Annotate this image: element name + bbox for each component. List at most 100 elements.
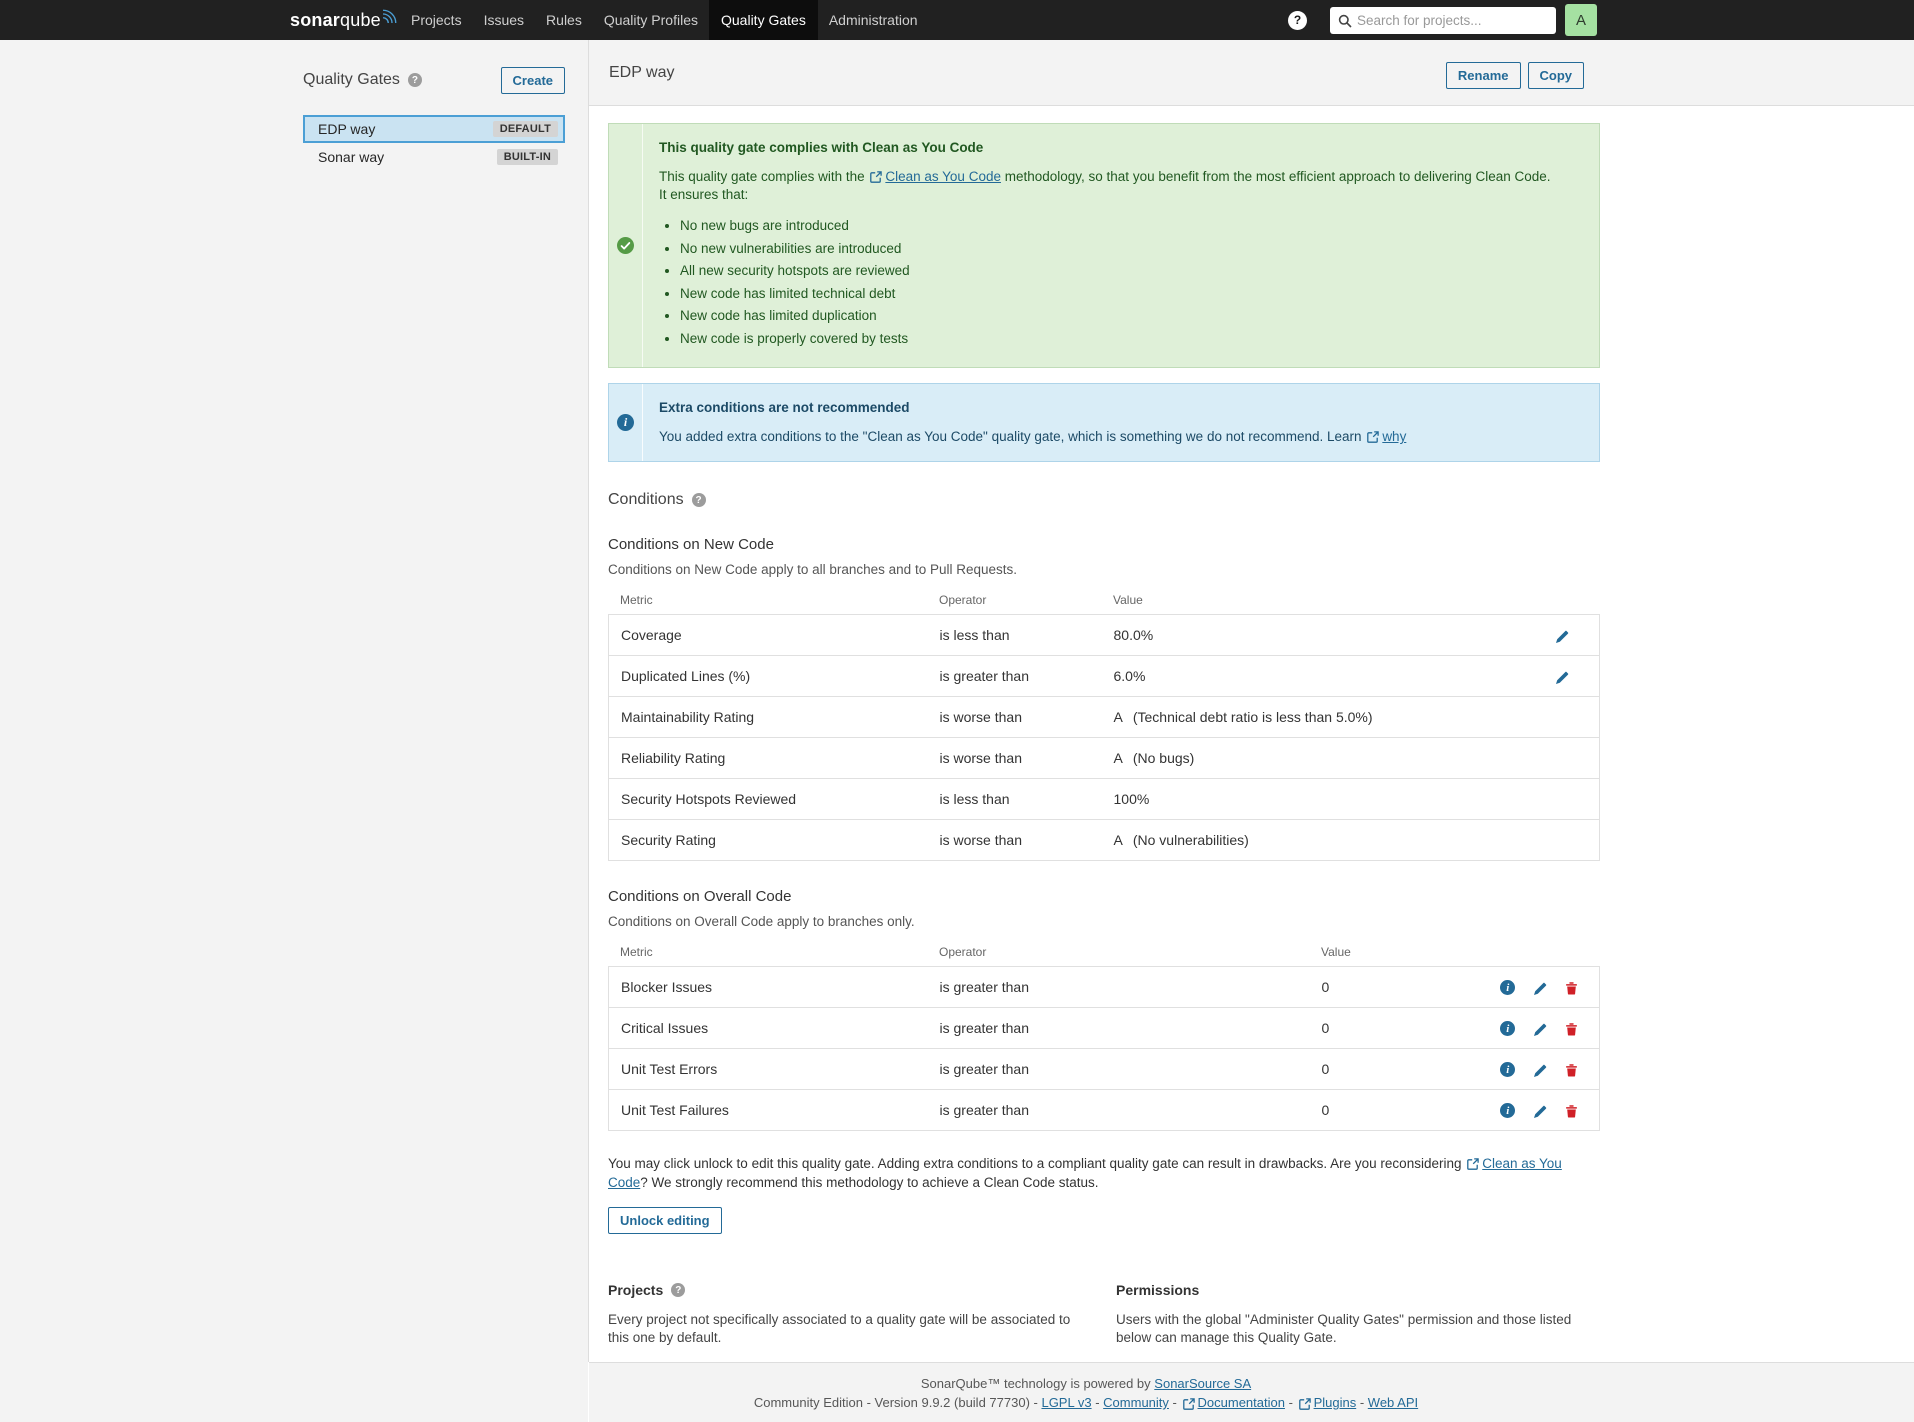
global-search [1330, 7, 1556, 34]
plugins-link[interactable]: Plugins [1314, 1395, 1357, 1410]
copy-button[interactable]: Copy [1528, 62, 1585, 89]
unlock-paragraph: You may click unlock to edit this qualit… [608, 1154, 1600, 1192]
page-title: EDP way [609, 64, 675, 82]
condition-metric: Unit Test Failures [609, 1090, 940, 1131]
col-value: Value [1321, 945, 1351, 959]
condition-metric: Security Rating [609, 820, 940, 861]
edit-icon[interactable] [1533, 1102, 1547, 1118]
condition-operator: is worse than [940, 820, 1114, 861]
condition-metric: Coverage [609, 615, 940, 656]
main-content: This quality gate complies with Clean as… [608, 106, 1600, 1391]
delete-icon[interactable] [1565, 1021, 1578, 1037]
condition-operator: is worse than [940, 738, 1114, 779]
table-header: Metric Operator Value [608, 945, 1600, 966]
projects-description: Every project not specifically associate… [608, 1311, 1078, 1347]
nav-item-rules[interactable]: Rules [535, 0, 593, 40]
nav-item-administration[interactable]: Administration [818, 0, 929, 40]
condition-operator: is greater than [940, 1090, 1322, 1131]
condition-value: 80.0% [1114, 627, 1154, 643]
rename-button[interactable]: Rename [1446, 62, 1521, 89]
col-operator: Operator [939, 945, 1321, 959]
condition-value-detail: (No bugs) [1133, 750, 1194, 766]
external-link-icon [870, 171, 882, 183]
gate-name: Sonar way [318, 149, 384, 165]
edit-icon[interactable] [1533, 1020, 1547, 1036]
search-icon [1338, 14, 1352, 28]
nav-item-projects[interactable]: Projects [400, 0, 473, 40]
footer-line2: Community Edition - Version 9.9.2 (build… [589, 1393, 1583, 1412]
edit-icon[interactable] [1555, 668, 1569, 684]
info-icon[interactable]: i [1500, 1062, 1515, 1077]
external-link-icon [1367, 431, 1379, 443]
info-icon[interactable]: i [1500, 1103, 1515, 1118]
conditions-help-icon[interactable]: ? [692, 493, 706, 507]
bullet: New code has limited duplication [680, 307, 1551, 325]
cayc-link[interactable]: Clean as You Code [885, 169, 1001, 184]
col-operator: Operator [939, 593, 1113, 607]
bullet: No new vulnerabilities are introduced [680, 240, 1551, 258]
delete-icon[interactable] [1565, 1062, 1578, 1078]
new-code-description: Conditions on New Code apply to all bran… [608, 562, 1600, 577]
permissions-heading: Permissions [1116, 1282, 1199, 1298]
condition-metric: Reliability Rating [609, 738, 940, 779]
why-link[interactable]: why [1382, 429, 1406, 444]
projects-heading: Projects [608, 1282, 663, 1298]
sidebar-help-icon[interactable]: ? [408, 73, 422, 87]
table-row: Security Hotspots Reviewed is less than … [609, 779, 1600, 820]
logo-text-light: qube [340, 10, 381, 31]
table-row: Coverage is less than 80.0% [609, 615, 1600, 656]
condition-value: 0 [1322, 1061, 1330, 1077]
condition-operator: is less than [940, 615, 1114, 656]
condition-operator: is greater than [940, 656, 1114, 697]
edit-icon[interactable] [1533, 979, 1547, 995]
sonarsource-link[interactable]: SonarSource SA [1154, 1376, 1251, 1391]
bullet: All new security hotspots are reviewed [680, 262, 1551, 280]
community-link[interactable]: Community [1103, 1395, 1169, 1410]
table-row: Security Rating is worse than A(No vulne… [609, 820, 1600, 861]
cayc-compliant-banner: This quality gate complies with Clean as… [608, 123, 1600, 368]
table-row: Critical Issues is greater than 0 i [609, 1008, 1600, 1049]
condition-value: 0 [1322, 1102, 1330, 1118]
condition-value: A [1114, 709, 1123, 725]
external-link-icon [1183, 1398, 1195, 1410]
delete-icon[interactable] [1565, 1103, 1578, 1119]
nav-item-quality-profiles[interactable]: Quality Profiles [593, 0, 709, 40]
condition-value-detail: (Technical debt ratio is less than 5.0%) [1133, 709, 1373, 725]
overall-code-description: Conditions on Overall Code apply to bran… [608, 914, 1600, 929]
lgpl-link[interactable]: LGPL v3 [1041, 1395, 1091, 1410]
condition-operator: is less than [940, 779, 1114, 820]
col-metric: Metric [608, 945, 939, 959]
condition-metric: Unit Test Errors [609, 1049, 940, 1090]
condition-metric: Duplicated Lines (%) [609, 656, 940, 697]
unlock-editing-button[interactable]: Unlock editing [608, 1207, 722, 1234]
col-value: Value [1113, 593, 1143, 607]
sidebar-item-edp-way[interactable]: EDP way DEFAULT [303, 115, 565, 143]
avatar[interactable]: A [1565, 4, 1597, 36]
condition-metric: Security Hotspots Reviewed [609, 779, 940, 820]
info-circle-icon: i [617, 414, 634, 431]
page-header: EDP way Rename Copy [589, 40, 1914, 106]
permissions-description: Users with the global "Administer Qualit… [1116, 1311, 1586, 1347]
nav-item-quality-gates[interactable]: Quality Gates [709, 0, 818, 40]
info-icon[interactable]: i [1500, 980, 1515, 995]
new-code-conditions-table: Coverage is less than 80.0% Duplicated L… [608, 614, 1600, 861]
projects-help-icon[interactable]: ? [671, 1283, 685, 1297]
documentation-link[interactable]: Documentation [1198, 1395, 1285, 1410]
banner-body: You added extra conditions to the "Clean… [659, 428, 1406, 446]
info-icon[interactable]: i [1500, 1021, 1515, 1036]
table-row: Reliability Rating is worse than A(No bu… [609, 738, 1600, 779]
help-icon[interactable]: ? [1288, 11, 1307, 30]
top-navbar: sonarqube Projects Issues Rules Quality … [0, 0, 1914, 40]
edit-icon[interactable] [1533, 1061, 1547, 1077]
sidebar-item-sonar-way[interactable]: Sonar way BUILT-IN [303, 143, 565, 171]
create-button[interactable]: Create [501, 67, 565, 94]
delete-icon[interactable] [1565, 980, 1578, 996]
sonarqube-logo[interactable]: sonarqube [290, 0, 398, 40]
conditions-heading: Conditions [608, 491, 684, 509]
webapi-link[interactable]: Web API [1368, 1395, 1418, 1410]
nav-item-issues[interactable]: Issues [473, 0, 535, 40]
edit-icon[interactable] [1555, 627, 1569, 643]
search-input[interactable] [1357, 8, 1549, 32]
condition-value: 0 [1322, 979, 1330, 995]
logo-waves-icon [383, 8, 398, 23]
